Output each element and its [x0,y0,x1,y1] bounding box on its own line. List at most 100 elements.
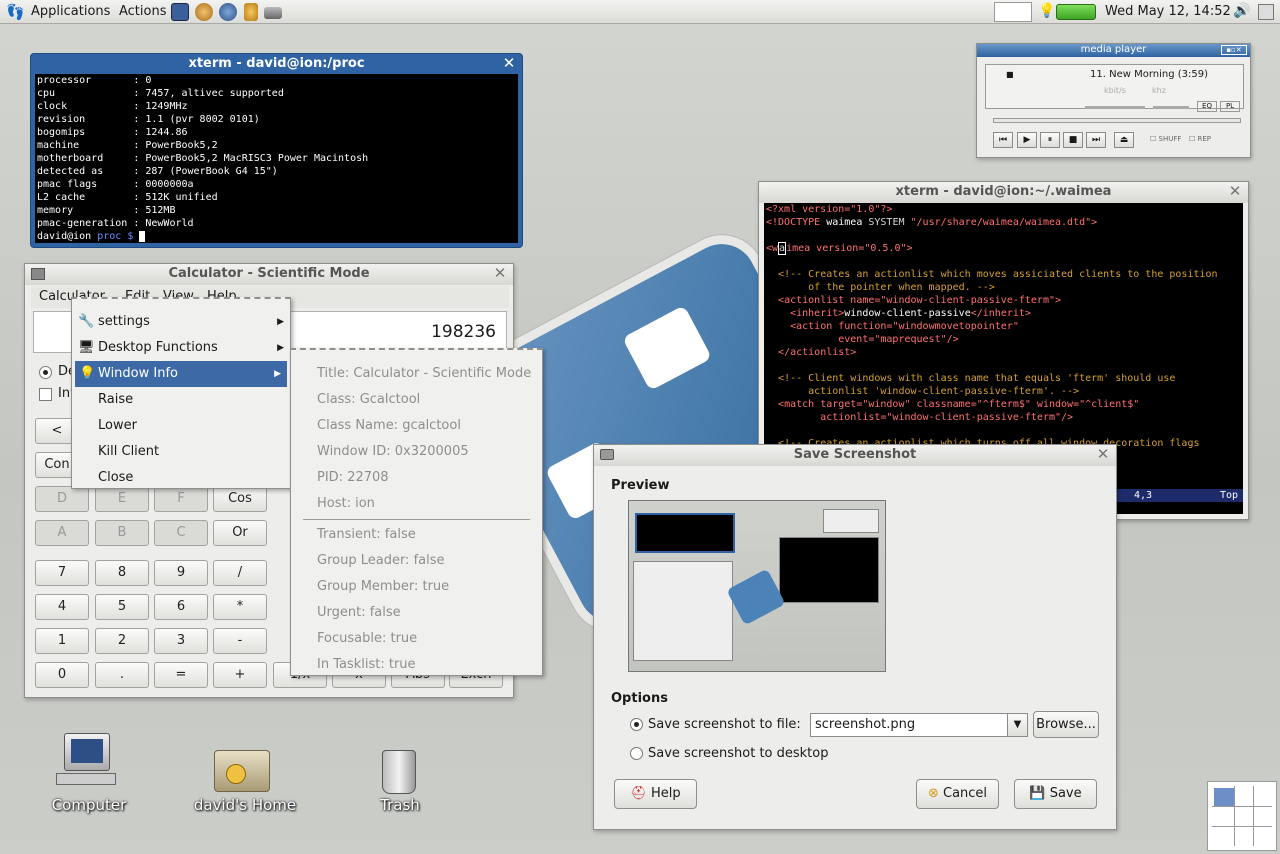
previous-button[interactable]: ⏮ [993,132,1013,148]
terminal-line: revision : 1.1 (pvr 8002 0101) [37,114,260,125]
terminal-line: L2 cache : 512K unified [37,192,218,203]
key-4[interactable]: 4 [35,594,89,620]
next-button[interactable]: ⏭ [1086,132,1106,148]
save-screenshot-dialog: Save Screenshot ✕ Preview Options Save sc… [593,444,1117,830]
menu-item-desktop-functions[interactable]: 🖥 Desktop Functions ▶ [72,335,290,361]
clock[interactable]: Wed May 12, 14:52 [1105,4,1231,19]
xterm-proc-window: xterm - david@ion:/proc ✕ processor : 0 c… [30,53,523,248]
key-point[interactable]: . [95,662,149,688]
key-2[interactable]: 2 [95,628,149,654]
trash-desktop-icon[interactable] [382,750,418,794]
close-icon[interactable]: ✕ [1095,447,1111,463]
key-0[interactable]: 0 [35,662,89,688]
gaim-icon[interactable] [244,3,258,21]
key-or[interactable]: Or [213,520,267,546]
computer-desktop-icon[interactable] [56,733,118,793]
filename-dropdown[interactable]: ▼ [1007,713,1028,737]
browse-button[interactable]: Browse... [1033,711,1099,738]
menu-item-raise[interactable]: Raise [72,387,290,413]
preview-thumb-terminal [635,513,735,553]
xterm-waimea-titlebar[interactable]: xterm - david@ion:~/.waimea ✕ [759,182,1248,203]
key-multiply[interactable]: * [213,594,267,620]
applications-menu[interactable]: Applications [31,4,110,19]
window-buttons-icon[interactable]: ▪▫✕ [1221,45,1247,55]
terminal-line: bogomips : 1244.86 [37,127,188,138]
key-a[interactable]: A [35,520,89,546]
key-7[interactable]: 7 [35,560,89,586]
save-to-desktop-radio[interactable] [630,747,643,760]
pause-button[interactable]: ⏸ [1040,132,1060,148]
evolution-icon[interactable] [264,7,282,19]
terminal-output[interactable]: processor : 0 cpu : 7457, altivec support… [35,74,518,243]
workspace-1[interactable] [1214,788,1234,806]
key-b[interactable]: B [95,520,149,546]
info-urgent: Urgent: false [317,605,401,620]
filename-field[interactable]: screenshot.png [810,713,1008,737]
preview-heading: Preview [611,478,670,493]
key-8[interactable]: 8 [95,560,149,586]
pl-button[interactable]: PL [1220,101,1240,112]
dashboard-icon[interactable] [1258,4,1274,20]
decimal-radio[interactable] [39,366,52,379]
key-3[interactable]: 3 [154,628,208,654]
key-c[interactable]: C [154,520,208,546]
balance-slider[interactable] [1153,106,1189,109]
volume-slider[interactable] [1085,106,1145,109]
screenshot-preview [628,500,886,672]
info-pid: PID: 22708 [317,470,389,485]
stop-button[interactable]: ■ [1063,132,1083,148]
save-to-file-radio[interactable] [630,718,643,731]
menu-separator [303,519,530,520]
help-button[interactable]: ⛑ Help [614,779,697,809]
info-focusable: Focusable: true [317,631,418,646]
key-equals[interactable]: = [154,662,208,688]
key-plus[interactable]: + [213,662,267,688]
key-6[interactable]: 6 [154,594,208,620]
xterm-proc-titlebar[interactable]: xterm - david@ion:/proc ✕ [31,54,522,75]
media-player-window: media player ▪▫✕ ■ 11. New Morning (3:59… [976,43,1251,158]
menu-item-lower[interactable]: Lower [72,413,290,439]
menu-item-close[interactable]: Close [72,465,290,491]
key-divide[interactable]: / [213,560,267,586]
cancel-button[interactable]: ⊗ Cancel [916,779,999,809]
key-1[interactable]: 1 [35,628,89,654]
repeat-checkbox[interactable]: ☐ REP [1189,135,1211,143]
preview-thumb-terminal2 [779,537,879,603]
dialog-titlebar[interactable]: Save Screenshot ✕ [594,445,1116,466]
shuffle-checkbox[interactable]: ☐ SHUFF [1150,135,1181,143]
seek-bar[interactable] [993,118,1241,123]
save-button[interactable]: 💾 Save [1014,779,1097,809]
close-icon[interactable]: ✕ [492,266,508,282]
info-window-id: Window ID: 0x3200005 [317,444,469,459]
weather-icon: 💡 [1038,3,1056,19]
terminal-launcher-icon[interactable] [171,3,189,21]
window-title: xterm - david@ion:/proc [188,56,365,71]
gnome-foot-icon[interactable]: 👣 [6,3,25,21]
key-minus[interactable]: - [213,628,267,654]
search-tool-icon[interactable] [219,3,237,21]
volume-icon[interactable]: 🔊 [1233,3,1250,19]
eject-button[interactable]: ⏏ [1114,132,1134,148]
actions-menu[interactable]: Actions [119,4,167,19]
terminal-line: motherboard : PowerBook5,2 MacRISC3 Powe… [37,153,369,164]
close-icon[interactable]: ✕ [501,56,517,72]
media-player-titlebar[interactable]: media player ▪▫✕ [977,44,1250,57]
eq-button[interactable]: EQ [1197,101,1217,112]
samplerate-label: khz [1152,86,1166,95]
menu-item-settings[interactable]: 🔧 settings ▶ [72,309,290,335]
web-browser-icon[interactable] [195,3,213,21]
close-icon[interactable]: ✕ [1227,184,1243,200]
preview-thumb-calculator [633,561,733,661]
workspace-applet[interactable] [994,2,1032,22]
home-label: david's Home [193,796,297,814]
calculator-titlebar[interactable]: Calculator - Scientific Mode ✕ [25,264,513,285]
inverse-checkbox[interactable] [39,388,52,401]
menu-item-window-info[interactable]: 💡 Window Info ▶ [75,361,287,387]
key-9[interactable]: 9 [154,560,208,586]
home-desktop-icon[interactable] [214,750,270,792]
play-button[interactable]: ▶ [1017,132,1037,148]
key-5[interactable]: 5 [95,594,149,620]
info-group-member: Group Member: true [317,579,450,594]
terminal-line: pmac flags : 0000000a [37,179,194,190]
menu-item-kill-client[interactable]: Kill Client [72,439,290,465]
